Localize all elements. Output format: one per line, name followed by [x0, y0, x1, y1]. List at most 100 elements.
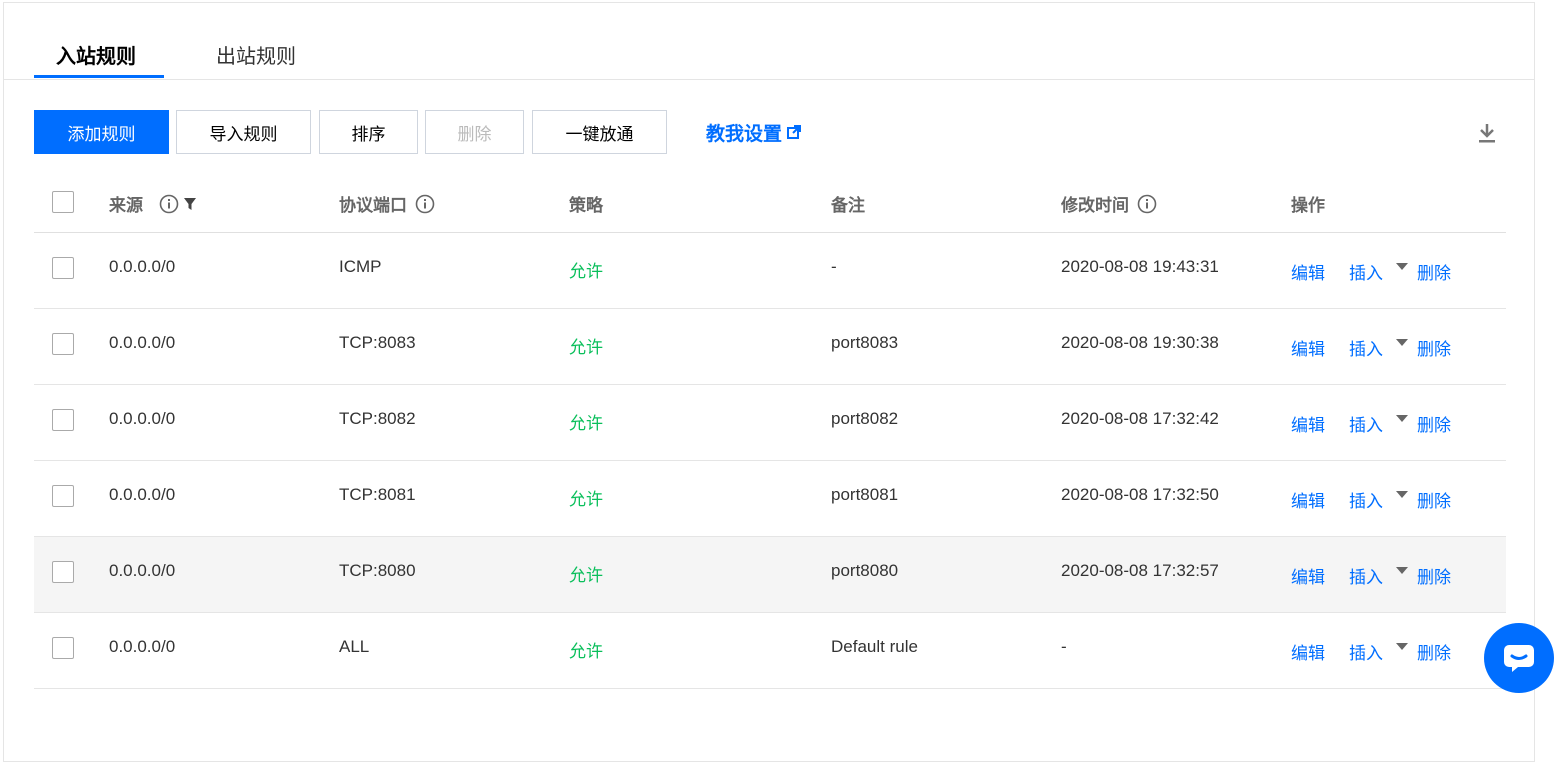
info-icon[interactable]: [159, 194, 179, 214]
external-link-icon: [787, 125, 802, 139]
table-header: 来源 协议端口 策略 备注 修改时间 操作: [34, 173, 1506, 233]
table-row: 0.0.0.0/0 TCP:8081 允许 port8081 2020-08-08 17…: [34, 461, 1506, 537]
insert-link[interactable]: 插入: [1349, 335, 1383, 360]
header-source: 来源: [109, 191, 197, 216]
delete-link[interactable]: 删除: [1417, 487, 1451, 512]
cell-policy: 允许: [569, 490, 603, 509]
tab-inbound[interactable]: 入站规则: [34, 43, 158, 71]
insert-link[interactable]: 插入: [1349, 259, 1383, 284]
security-group-rules-panel: 入站规则 出站规则 添加规则 导入规则 排序 删除 一键放通 教我设置 来源 协…: [3, 2, 1535, 762]
header-modified-time: 修改时间: [1061, 191, 1157, 216]
cell-modified-time: 2020-08-08 17:32:57: [1061, 561, 1219, 580]
cell-source: 0.0.0.0/0: [109, 333, 176, 352]
edit-link[interactable]: 编辑: [1291, 335, 1325, 360]
cell-remark: port8080: [831, 561, 899, 580]
edit-link[interactable]: 编辑: [1291, 411, 1325, 436]
help-link[interactable]: 教我设置: [706, 110, 802, 154]
chevron-down-icon[interactable]: [1396, 643, 1408, 650]
delete-link[interactable]: 删除: [1417, 259, 1451, 284]
toolbar: 添加规则 导入规则 排序 删除 一键放通 教我设置: [34, 110, 1514, 156]
insert-link[interactable]: 插入: [1349, 487, 1383, 512]
cell-protocol-port: ALL: [339, 637, 370, 656]
edit-link[interactable]: 编辑: [1291, 639, 1325, 664]
cell-policy: 允许: [569, 642, 603, 661]
cell-policy: 允许: [569, 338, 603, 357]
edit-link[interactable]: 编辑: [1291, 487, 1325, 512]
cell-modified-time: 2020-08-08 17:32:50: [1061, 485, 1219, 504]
table-row: 0.0.0.0/0 TCP:8080 允许 port8080 2020-08-08 17…: [34, 537, 1506, 613]
chevron-down-icon[interactable]: [1396, 415, 1408, 422]
cell-protocol-port: ICMP: [339, 257, 382, 276]
header-actions: 操作: [1291, 196, 1325, 215]
table-row: 0.0.0.0/0 TCP:8083 允许 port8083 2020-08-08 19…: [34, 309, 1506, 385]
chevron-down-icon[interactable]: [1396, 491, 1408, 498]
add-rule-button[interactable]: 添加规则: [34, 110, 169, 154]
filter-icon[interactable]: [183, 197, 197, 211]
delete-link[interactable]: 删除: [1417, 639, 1451, 664]
cell-modified-time: 2020-08-08 19:43:31: [1061, 257, 1219, 276]
cell-modified-time: 2020-08-08 17:32:42: [1061, 409, 1219, 428]
cell-protocol-port: TCP:8080: [339, 561, 416, 580]
help-link-label: 教我设置: [706, 123, 783, 145]
header-protocol-port-label: 协议端口: [339, 196, 407, 215]
table-body: 0.0.0.0/0 ICMP 允许 -2020-08-08 19:43:31 编辑 插入删…: [34, 233, 1506, 689]
cell-source: 0.0.0.0/0: [109, 637, 176, 656]
rules-table: 来源 协议端口 策略 备注 修改时间 操作 0.0.0.0/0 ICMP 允许 …: [34, 173, 1506, 689]
header-modified-time-label: 修改时间: [1061, 196, 1129, 215]
delete-button[interactable]: 删除: [425, 110, 524, 154]
row-checkbox[interactable]: [52, 637, 74, 659]
cell-protocol-port: TCP:8081: [339, 485, 416, 504]
cell-protocol-port: TCP:8083: [339, 333, 416, 352]
info-icon[interactable]: [1137, 194, 1157, 214]
cell-remark: Default rule: [831, 637, 918, 656]
active-tab-indicator: [34, 75, 164, 78]
delete-link[interactable]: 删除: [1417, 563, 1451, 588]
edit-link[interactable]: 编辑: [1291, 259, 1325, 284]
table-row: 0.0.0.0/0 ALL 允许 Default rule - 编辑 插入 删除: [34, 613, 1506, 689]
table-row: 0.0.0.0/0 ICMP 允许 - 2020-08-08 19:43:31 编辑 插入 删…: [34, 233, 1506, 309]
row-checkbox[interactable]: [52, 409, 74, 431]
cell-protocol-port: TCP:8082: [339, 409, 416, 428]
insert-link[interactable]: 插入: [1349, 411, 1383, 436]
cell-remark: port8082: [831, 409, 899, 428]
rule-tabs: 入站规则 出站规则: [4, 3, 1534, 80]
row-checkbox[interactable]: [52, 257, 74, 279]
tab-outbound[interactable]: 出站规则: [194, 43, 318, 71]
cell-source: 0.0.0.0/0: [109, 485, 176, 504]
cell-policy: 允许: [569, 262, 603, 281]
header-protocol-port: 协议端口: [339, 191, 435, 216]
chevron-down-icon[interactable]: [1396, 567, 1408, 574]
delete-link[interactable]: 删除: [1417, 335, 1451, 360]
cell-remark: -: [831, 257, 837, 276]
header-source-label: 来源: [109, 196, 143, 215]
info-icon[interactable]: [415, 194, 435, 214]
row-checkbox[interactable]: [52, 561, 74, 583]
delete-link[interactable]: 删除: [1417, 411, 1451, 436]
insert-link[interactable]: 插入: [1349, 563, 1383, 588]
header-remark: 备注: [831, 196, 865, 215]
header-policy: 策略: [569, 196, 603, 215]
chat-icon: [1504, 645, 1534, 672]
cell-modified-time: -: [1061, 637, 1067, 656]
import-rule-button[interactable]: 导入规则: [176, 110, 311, 154]
chevron-down-icon[interactable]: [1396, 263, 1408, 270]
cell-policy: 允许: [569, 414, 603, 433]
chat-button[interactable]: [1484, 623, 1554, 693]
insert-link[interactable]: 插入: [1349, 639, 1383, 664]
cell-source: 0.0.0.0/0: [109, 257, 176, 276]
select-all-checkbox[interactable]: [52, 191, 74, 213]
cell-remark: port8083: [831, 333, 899, 352]
download-icon[interactable]: [1477, 122, 1497, 144]
cell-source: 0.0.0.0/0: [109, 409, 176, 428]
cell-policy: 允许: [569, 566, 603, 585]
chevron-down-icon[interactable]: [1396, 339, 1408, 346]
sort-button[interactable]: 排序: [319, 110, 418, 154]
open-all-button[interactable]: 一键放通: [532, 110, 667, 154]
cell-modified-time: 2020-08-08 19:30:38: [1061, 333, 1219, 352]
cell-remark: port8081: [831, 485, 899, 504]
row-checkbox[interactable]: [52, 485, 74, 507]
row-checkbox[interactable]: [52, 333, 74, 355]
edit-link[interactable]: 编辑: [1291, 563, 1325, 588]
cell-source: 0.0.0.0/0: [109, 561, 176, 580]
table-row: 0.0.0.0/0 TCP:8082 允许 port8082 2020-08-08 17…: [34, 385, 1506, 461]
